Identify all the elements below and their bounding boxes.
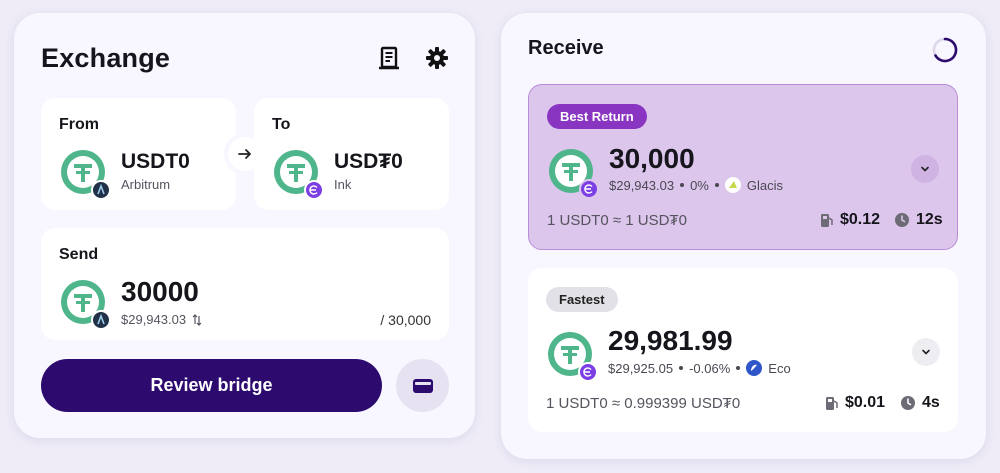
to-chain-name: Ink — [334, 177, 352, 192]
gas-pump-icon — [821, 214, 833, 227]
ink-chain-icon — [578, 362, 598, 382]
glacis-provider-icon — [724, 177, 741, 193]
route-provider-name: Glacis — [746, 177, 783, 193]
usdt0-token-logo — [59, 278, 111, 330]
gas-pump-icon — [826, 397, 838, 410]
chevron-down-icon — [922, 349, 930, 355]
ink-chain-icon — [579, 179, 599, 199]
send-label: Send — [59, 246, 99, 263]
route-provider-name: Eco — [768, 360, 791, 376]
from-chain-name: Arbitrum — [121, 177, 171, 192]
route-card-fastest[interactable]: Fastest 29,981.99 $29,925.05 -0.06% Eco … — [528, 268, 958, 432]
usdt0-token-logo — [59, 148, 111, 200]
gear-icon — [426, 47, 448, 69]
route-receive-amount: 30,000 — [609, 143, 695, 174]
usdt0-token-logo — [547, 147, 599, 199]
send-usd-value-row: $29,943.03 — [121, 312, 202, 327]
loading-spinner-icon — [932, 37, 958, 63]
chevron-down-icon — [921, 166, 929, 172]
route-exchange-rate: 1 USDT0 ≈ 0.999399 USD₮0 — [546, 395, 741, 412]
route-gas-fee: $0.01 — [825, 394, 885, 412]
expand-route-button[interactable] — [911, 155, 939, 183]
exchange-title: Exchange — [41, 43, 171, 73]
to-token-selector[interactable]: To USD₮0 Ink — [254, 98, 449, 210]
route-meta: $29,943.03 0% Glacis — [609, 177, 783, 193]
route-gas-fee: $0.12 — [820, 211, 880, 229]
settings-button[interactable] — [423, 44, 451, 72]
fastest-badge: Fastest — [546, 287, 618, 312]
send-amount-input[interactable]: 30000 — [121, 276, 199, 308]
to-label: To — [272, 116, 291, 133]
review-bridge-button[interactable]: Review bridge — [41, 359, 382, 412]
route-duration: 4s — [900, 394, 940, 412]
expand-route-button[interactable] — [912, 338, 940, 366]
wallet-icon — [412, 378, 433, 393]
best-return-badge: Best Return — [547, 104, 647, 129]
receive-title: Receive — [528, 37, 604, 59]
exchange-panel: Exchange From USDT0 Arbitrum To USD₮0 In… — [14, 13, 475, 438]
route-meta: $29,925.05 -0.06% Eco — [608, 360, 791, 376]
receive-panel: Receive Best Return 30,000 $29,943.03 0% — [501, 13, 986, 459]
gas-fee-value: $0.01 — [845, 394, 886, 411]
arbitrum-chain-icon — [91, 180, 111, 200]
duration-value: 12s — [916, 211, 943, 228]
arbitrum-chain-icon — [91, 310, 111, 330]
gas-fee-value: $0.12 — [840, 211, 881, 228]
route-receive-amount: 29,981.99 — [608, 325, 733, 356]
route-usd-value: $29,925.05 — [608, 360, 674, 376]
usdt0-token-logo — [546, 330, 598, 382]
clock-icon — [901, 396, 915, 410]
to-token-symbol: USD₮0 — [334, 150, 403, 173]
ink-chain-icon — [304, 180, 324, 200]
from-label: From — [59, 116, 99, 133]
eco-provider-icon — [746, 360, 763, 376]
send-amount-card[interactable]: Send 30000 $29,943.03 / 30,000 — [41, 228, 449, 340]
route-duration: 12s — [894, 211, 943, 229]
clock-icon — [895, 213, 909, 227]
from-token-selector[interactable]: From USDT0 Arbitrum — [41, 98, 236, 210]
history-button[interactable] — [375, 44, 403, 72]
receipt-icon — [379, 46, 399, 70]
route-exchange-rate: 1 USDT0 ≈ 1 USD₮0 — [547, 212, 687, 229]
send-max-balance[interactable]: / 30,000 — [380, 312, 431, 328]
route-card-best-return[interactable]: Best Return 30,000 $29,943.03 0% Glacis … — [528, 84, 958, 250]
send-usd-value: $29,943.03 — [121, 312, 187, 327]
arrow-right-icon — [238, 149, 251, 159]
route-price-change: 0% — [690, 177, 709, 193]
wallet-button[interactable] — [396, 359, 449, 412]
from-token-symbol: USDT0 — [121, 150, 190, 173]
swap-vertical-icon[interactable] — [192, 313, 202, 326]
route-usd-value: $29,943.03 — [609, 177, 675, 193]
usdt0-token-logo — [272, 148, 324, 200]
duration-value: 4s — [922, 394, 940, 411]
route-price-change: -0.06% — [689, 360, 731, 376]
